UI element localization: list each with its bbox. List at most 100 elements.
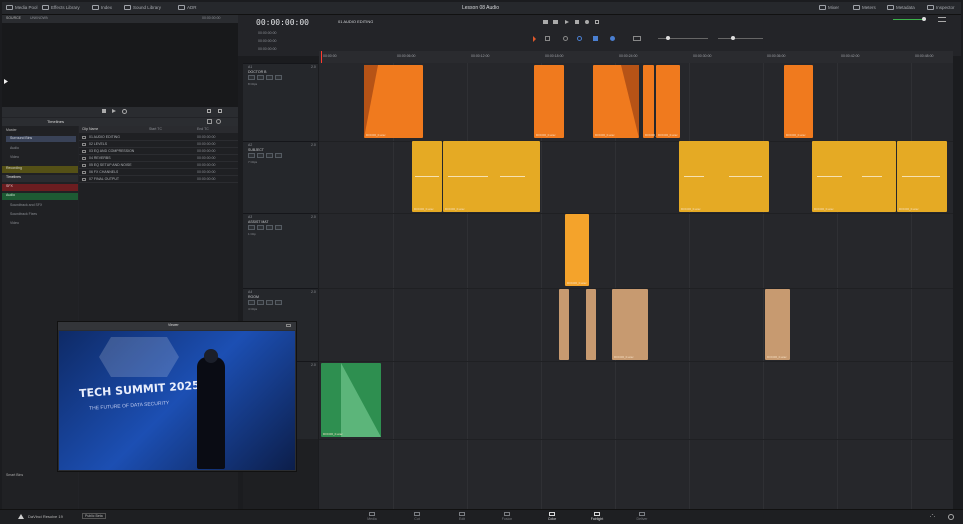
fade-handle[interactable] [364, 65, 378, 138]
solo-button[interactable] [257, 75, 264, 80]
snap-icon[interactable] [563, 36, 568, 41]
viewer-window[interactable]: Viewer TECH SUMMIT 2025 THE FUTURE OF DA… [57, 321, 297, 472]
audio-clip[interactable]: DOC00_0.wav [443, 141, 540, 212]
solo-button[interactable] [257, 153, 264, 158]
next-frame-icon[interactable] [218, 109, 222, 113]
bin-item[interactable]: Soundtrack and SFX [10, 203, 42, 207]
audio-clip[interactable] [586, 289, 596, 360]
audio-clip[interactable]: DOC00_0.wav [534, 65, 564, 138]
close-icon[interactable] [286, 324, 291, 327]
prev-frame-icon[interactable] [207, 109, 211, 113]
audio-clip[interactable]: DOC00_0.wav [321, 363, 381, 437]
bin-item[interactable]: Video [10, 221, 19, 225]
sound-library-tab[interactable]: Sound Library [124, 5, 161, 11]
index-tab[interactable]: Index [92, 5, 112, 11]
stop-icon[interactable] [102, 109, 106, 113]
page-tab-media[interactable]: Media [355, 512, 389, 523]
bin-item[interactable]: Master [6, 128, 17, 132]
bin-item[interactable]: Recording [2, 166, 78, 173]
viewer-titlebar[interactable]: Viewer [58, 322, 296, 330]
audio-clip[interactable]: DOC00_0.wav [364, 65, 423, 138]
bin-item[interactable]: Soundtrack Fixes [10, 212, 37, 216]
arm-button[interactable] [248, 300, 255, 305]
home-icon[interactable] [930, 514, 935, 517]
mute-button[interactable] [266, 300, 273, 305]
timeline-list-row[interactable]: 03 EQ AND COMPRESSION 00:00:00:00 [79, 148, 238, 155]
rewind-icon[interactable] [543, 20, 548, 24]
effects-library-tab[interactable]: Effects Library [42, 5, 80, 11]
timeline-list-row[interactable]: 06 FX CHANNELS 00:00:00:00 [79, 169, 238, 176]
arm-button[interactable] [248, 75, 255, 80]
page-tab-color[interactable]: Color [535, 512, 569, 523]
bin-item[interactable]: Timelines [2, 175, 78, 182]
master-volume-handle[interactable] [922, 17, 926, 21]
range-tool-icon[interactable] [545, 36, 550, 41]
menu-icon[interactable] [938, 17, 946, 22]
timeline-list-row[interactable]: 05 EQ SETUP AND NOISE 00:00:00:00 [79, 162, 238, 169]
solo-button[interactable] [257, 225, 264, 230]
solo-button[interactable] [257, 300, 264, 305]
stop-button-icon[interactable] [575, 20, 579, 24]
playhead[interactable] [321, 51, 322, 63]
search-icon[interactable] [216, 119, 221, 124]
mute-button[interactable] [266, 75, 273, 80]
lock-button[interactable] [275, 75, 282, 80]
flag-icon[interactable] [593, 36, 598, 41]
audio-clip[interactable]: DOC00_0.wav [612, 289, 648, 360]
audio-clip[interactable]: DOC00_0.wav [412, 141, 442, 212]
arm-button[interactable] [248, 153, 255, 158]
audio-clip[interactable]: DOC00_0.wav [565, 214, 589, 286]
column-header-end[interactable]: End TC [197, 127, 209, 131]
track-header-a1[interactable]: DOCTOR B A1 2.0 8 Clips [243, 63, 318, 141]
record-icon[interactable] [585, 20, 589, 24]
track-header-a3[interactable]: ASSIST MAT A3 2.0 1 Clip [243, 213, 318, 288]
list-view-icon[interactable] [207, 119, 212, 124]
meters-tab[interactable]: Meters [853, 5, 876, 11]
inspector-tab[interactable]: Inspector [927, 5, 955, 11]
audio-clip[interactable]: DOC00_0.wav [643, 65, 665, 138]
loop-button-icon[interactable] [595, 20, 599, 24]
timeline-list-row[interactable]: 02 LEVELS 00:00:00:00 [79, 141, 238, 148]
pointer-tool-icon[interactable] [533, 36, 536, 42]
zoom-icon[interactable] [633, 36, 641, 41]
audio-clip[interactable]: DOC00_0.wav [679, 141, 769, 212]
fast-forward-icon[interactable] [553, 20, 558, 24]
height-slider-handle[interactable] [731, 36, 735, 40]
mixer-tab[interactable]: Mixer [819, 5, 839, 11]
lock-button[interactable] [275, 153, 282, 158]
media-pool-tab[interactable]: Media Pool [6, 5, 38, 11]
page-tab-cut[interactable]: Cut [400, 512, 434, 523]
marker-icon[interactable] [610, 36, 615, 41]
source-viewer[interactable] [2, 23, 238, 107]
height-slider[interactable] [718, 38, 763, 39]
timeline-list-row[interactable]: 07 FINAL OUTPUT 00:00:00:00 [79, 176, 238, 183]
mute-button[interactable] [266, 153, 273, 158]
timeline-ruler[interactable]: 00:00:00 00:00:06:00 00:00:12:00 00:00:18:0… [319, 51, 953, 63]
audio-clip[interactable]: DOC00_0.wav [897, 141, 947, 212]
audio-clip[interactable]: DOC00_0.wav [784, 65, 813, 138]
play-icon[interactable] [112, 109, 116, 113]
loop-icon[interactable] [122, 109, 127, 114]
bin-item[interactable]: Video [10, 155, 19, 159]
adr-tab[interactable]: ADR [178, 5, 197, 11]
page-tab-fusion[interactable]: Fusion [490, 512, 524, 523]
fade-handle[interactable] [621, 65, 639, 138]
bin-item[interactable]: SFX [2, 184, 78, 191]
zoom-slider-handle[interactable] [666, 36, 670, 40]
master-volume-bar[interactable] [893, 19, 923, 20]
audio-clip[interactable]: DOC00_0.wav [593, 65, 639, 138]
timeline-list-row[interactable]: 04 REVERBS 00:00:00:00 [79, 155, 238, 162]
bin-item[interactable]: Audio [10, 146, 19, 150]
bin-item[interactable]: Surround Bins [6, 136, 76, 142]
audio-clip[interactable] [559, 289, 569, 360]
bin-item[interactable]: Audio [2, 193, 78, 200]
settings-icon[interactable] [948, 514, 954, 520]
metadata-tab[interactable]: Metadata [887, 5, 915, 11]
timeline-name[interactable]: 01 AUDIO EDITING [338, 19, 373, 24]
timeline-list-row[interactable]: 01 AUDIO EDITING 00:00:00:00 [79, 134, 238, 141]
page-tab-fairlight[interactable]: Fairlight [580, 512, 614, 523]
audio-clip[interactable]: DOC00_0.wav [812, 141, 896, 212]
audio-clip[interactable]: DOC00_0.wav [656, 65, 680, 138]
track-header-a2[interactable]: SUBJECT A2 2.0 7 Clips [243, 141, 318, 213]
page-tab-deliver[interactable]: Deliver [625, 512, 659, 523]
